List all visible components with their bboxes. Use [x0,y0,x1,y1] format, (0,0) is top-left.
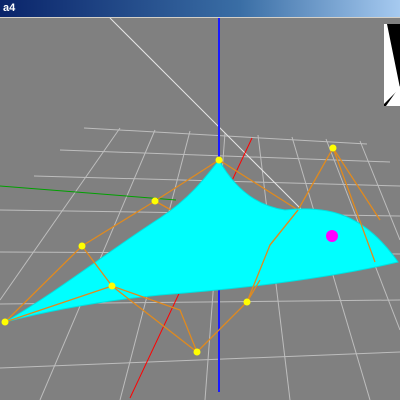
control-point[interactable] [215,156,223,164]
control-point[interactable] [329,144,337,152]
scene-canvas[interactable] [0,18,400,400]
window-title: a4 [3,2,16,14]
control-point[interactable] [108,282,116,290]
control-point[interactable] [243,298,251,306]
axis-y-line [0,185,177,201]
3d-viewport[interactable] [0,18,400,400]
app-window: a4 [0,0,400,400]
control-point[interactable] [1,318,9,326]
control-point[interactable] [151,197,159,205]
inset-preview [384,24,400,106]
control-point[interactable] [193,348,201,356]
title-bar[interactable]: a4 [0,0,400,18]
control-point[interactable] [78,242,86,250]
selected-control-point[interactable] [326,230,338,242]
inset-canvas [384,24,400,106]
